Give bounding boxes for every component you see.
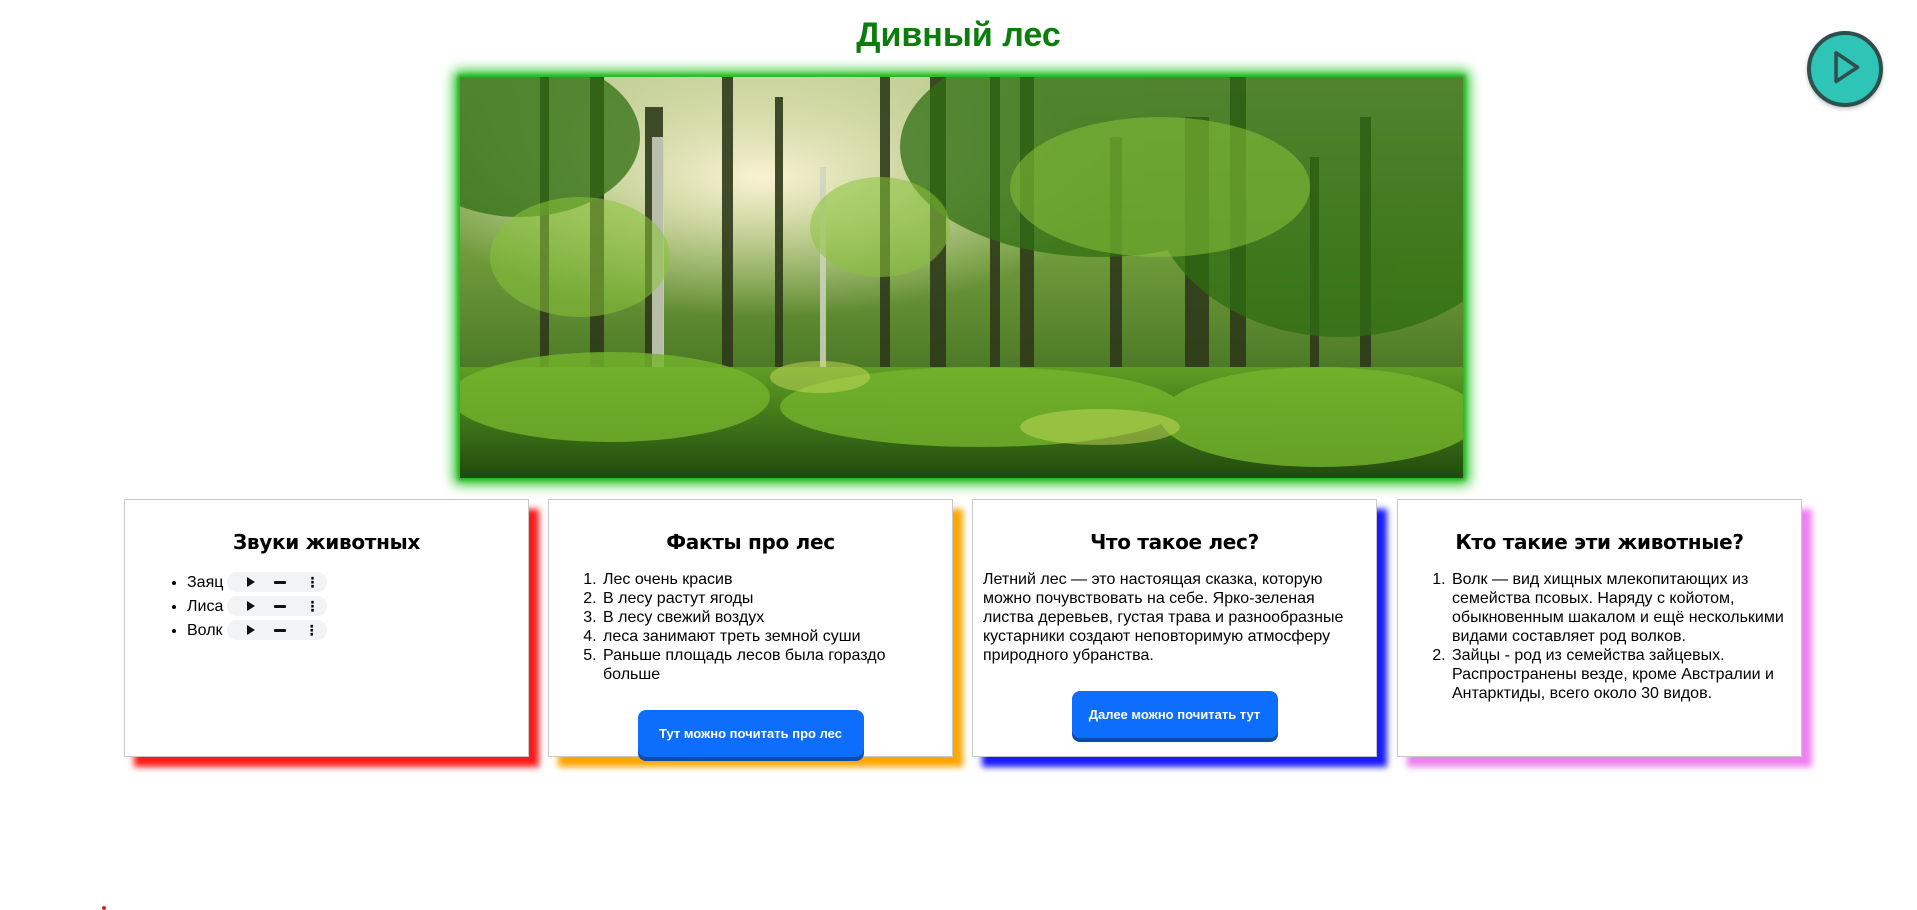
card-who-are-animals: Кто такие эти животные? Волк — вид хищны… xyxy=(1397,499,1802,757)
decorative-dot xyxy=(102,906,106,910)
play-icon[interactable] xyxy=(246,625,255,635)
read-about-forest-button[interactable]: Тут можно почитать про лес xyxy=(637,710,864,757)
list-item: леса занимают треть земной суши xyxy=(601,627,942,646)
volume-icon[interactable] xyxy=(274,580,287,584)
list-item: Волк — вид хищных млекопитающих из семей… xyxy=(1450,570,1791,646)
card-title: Кто такие эти животные? xyxy=(1455,530,1744,554)
play-icon xyxy=(1834,51,1860,84)
list-item: Волк ⋮ xyxy=(187,618,518,642)
card-animal-sounds: Звуки животных Заяц ⋮ Лиса ⋮ xyxy=(124,499,529,757)
list-item: Раньше площадь лесов была гораздо больше xyxy=(601,646,942,684)
card-forest-facts: Факты про лес Лес очень красив В лесу ра… xyxy=(548,499,953,757)
list-item: В лесу растут ягоды xyxy=(601,589,942,608)
forest-hero-image xyxy=(460,77,1463,478)
animal-sound-list: Заяц ⋮ Лиса ⋮ Волк xyxy=(135,570,518,642)
animal-name: Заяц xyxy=(187,573,224,591)
card-text: Летний лес — это настоящая сказка, котор… xyxy=(983,571,1344,664)
more-vertical-icon[interactable]: ⋮ xyxy=(305,599,319,613)
read-more-button[interactable]: Далее можно почитать тут xyxy=(1071,691,1278,738)
card-title: Что такое лес? xyxy=(1090,530,1259,554)
audio-player[interactable]: ⋮ xyxy=(226,620,327,640)
animal-name: Волк xyxy=(187,621,223,639)
list-item: Заяц ⋮ xyxy=(187,570,518,594)
list-item: В лесу свежий воздух xyxy=(601,608,942,627)
play-icon[interactable] xyxy=(247,601,256,611)
card-title: Факты про лес xyxy=(666,530,835,554)
forest-photo xyxy=(460,77,1463,478)
audio-player[interactable]: ⋮ xyxy=(227,572,328,592)
more-vertical-icon[interactable]: ⋮ xyxy=(305,623,319,637)
facts-list: Лес очень красив В лесу растут ягоды В л… xyxy=(559,570,942,684)
card-what-is-forest: Что такое лес? Летний лес — это настояща… xyxy=(972,499,1377,757)
list-item: Зайцы - род из семейства зайцевых. Распр… xyxy=(1450,646,1791,703)
play-button[interactable] xyxy=(1807,31,1883,107)
animals-list: Волк — вид хищных млекопитающих из семей… xyxy=(1408,570,1791,703)
audio-player[interactable]: ⋮ xyxy=(227,596,328,616)
more-vertical-icon[interactable]: ⋮ xyxy=(305,575,319,589)
card-title: Звуки животных xyxy=(233,530,420,554)
page-title: Дивный лес xyxy=(856,16,1061,54)
list-item: Лес очень красив xyxy=(601,570,942,589)
list-item: Лиса ⋮ xyxy=(187,594,518,618)
play-icon[interactable] xyxy=(247,577,256,587)
animal-name: Лиса xyxy=(187,597,224,615)
volume-icon[interactable] xyxy=(273,628,286,632)
volume-icon[interactable] xyxy=(274,604,287,608)
